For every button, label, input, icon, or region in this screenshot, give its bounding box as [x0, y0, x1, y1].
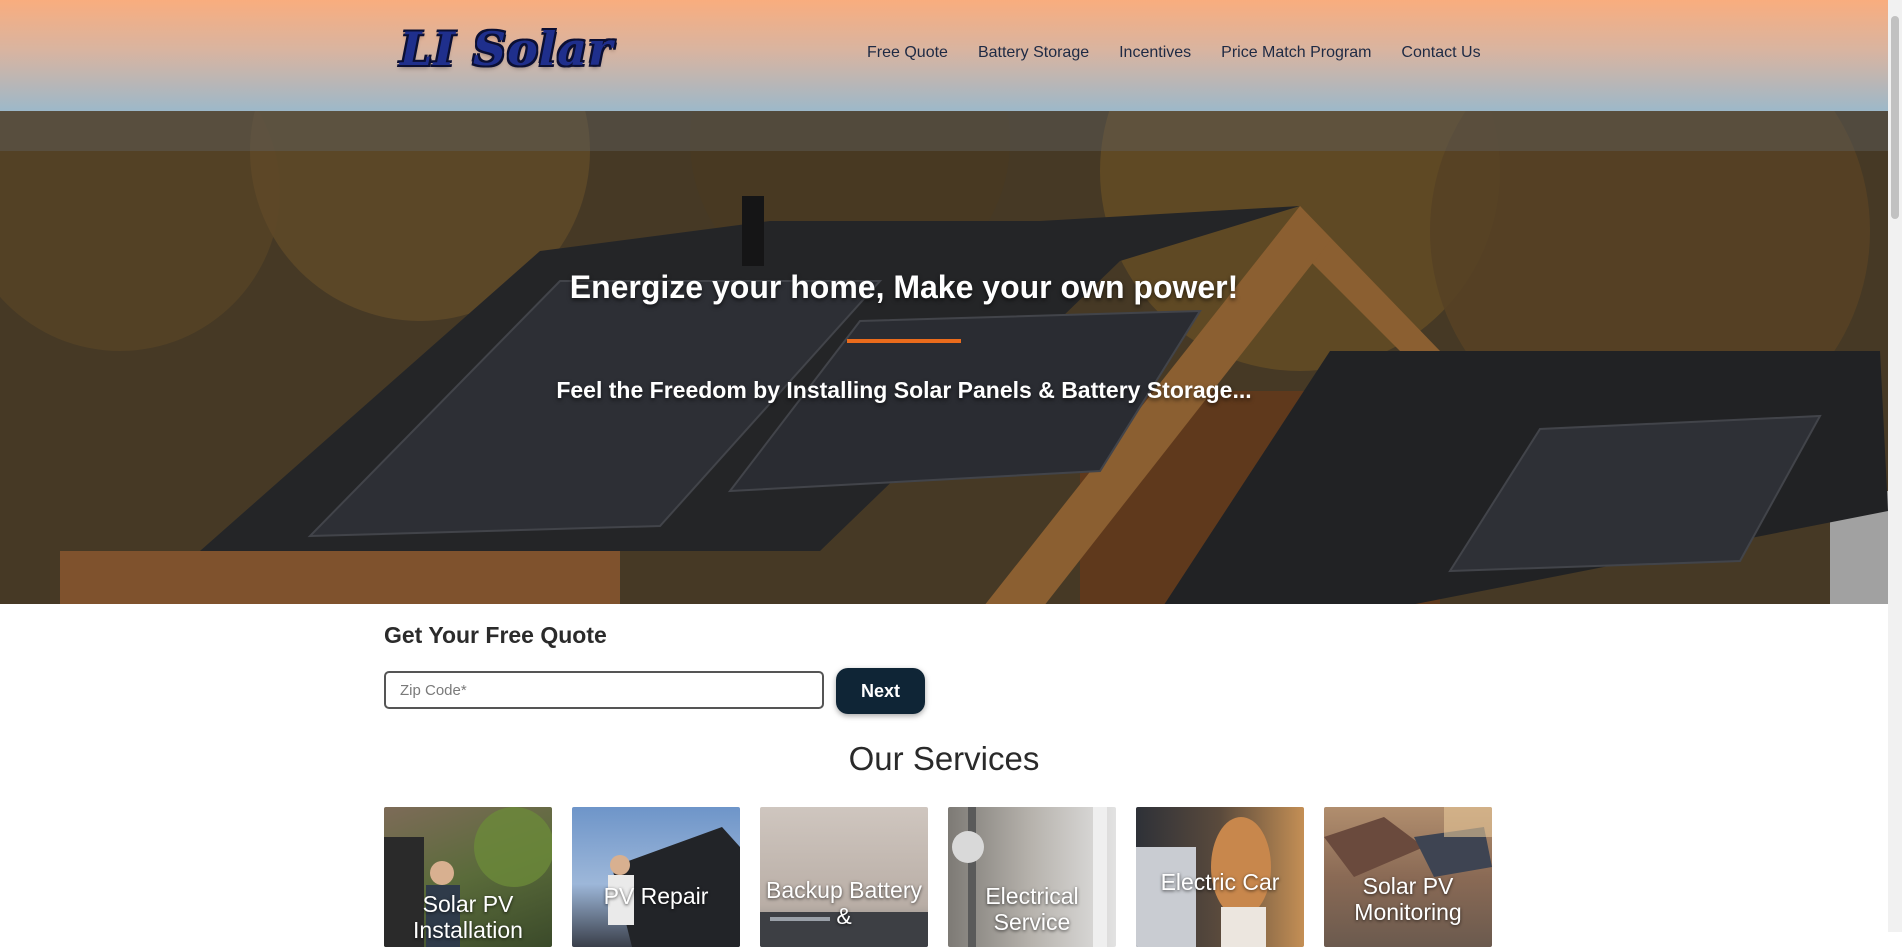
logo[interactable]: LI Solar — [400, 22, 613, 76]
nav-free-quote[interactable]: Free Quote — [867, 44, 948, 62]
service-label: Electric Car — [1160, 869, 1280, 895]
scrollbar-thumb[interactable] — [1891, 16, 1899, 219]
nav-battery-storage[interactable]: Battery Storage — [978, 44, 1089, 62]
repair-photo — [608, 827, 740, 947]
hero-title: Energize your home, Make your own power! — [569, 269, 1239, 305]
zip-code-input[interactable] — [384, 671, 824, 709]
nav-contact-us[interactable]: Contact Us — [1401, 44, 1480, 62]
service-card-pv-repair[interactable]: PV Repair — [572, 807, 740, 947]
service-card-electrical-service[interactable]: Electrical Service — [948, 807, 1116, 947]
service-card-solar-installation[interactable]: Solar PV Installation — [384, 807, 552, 947]
service-card-electric-car[interactable]: Electric Car — [1136, 807, 1304, 947]
page-scrollbar[interactable] — [1888, 0, 1902, 932]
next-button[interactable]: Next — [836, 668, 925, 714]
service-card-backup-battery[interactable]: Backup Battery & — [760, 807, 928, 947]
nav-incentives[interactable]: Incentives — [1119, 44, 1191, 62]
hero-subtitle: Feel the Freedom by Installing Solar Pan… — [556, 377, 1252, 403]
site-header: LI Solar Free Quote Battery Storage Ince… — [0, 0, 1888, 111]
service-label: Backup Battery & — [766, 877, 922, 929]
service-label: Solar PV Installation — [413, 891, 523, 943]
quote-title: Get Your Free Quote — [384, 622, 607, 648]
service-card-solar-monitoring[interactable]: Solar PV Monitoring — [1324, 807, 1492, 947]
services-title: Our Services — [848, 740, 1040, 777]
services-list: Solar PV Installation PV Repair Backup B… — [384, 807, 1492, 947]
service-label: Solar PV Monitoring — [1354, 873, 1462, 925]
nav-price-match[interactable]: Price Match Program — [1221, 44, 1371, 62]
hero-banner: Energize your home, Make your own power!… — [0, 111, 1888, 604]
main-nav: Free Quote Battery Storage Incentives Pr… — [867, 44, 1511, 62]
service-label: Electrical Service — [985, 883, 1079, 935]
service-label: PV Repair — [603, 883, 709, 909]
hero-divider — [847, 339, 961, 343]
hero-image — [0, 111, 1888, 604]
